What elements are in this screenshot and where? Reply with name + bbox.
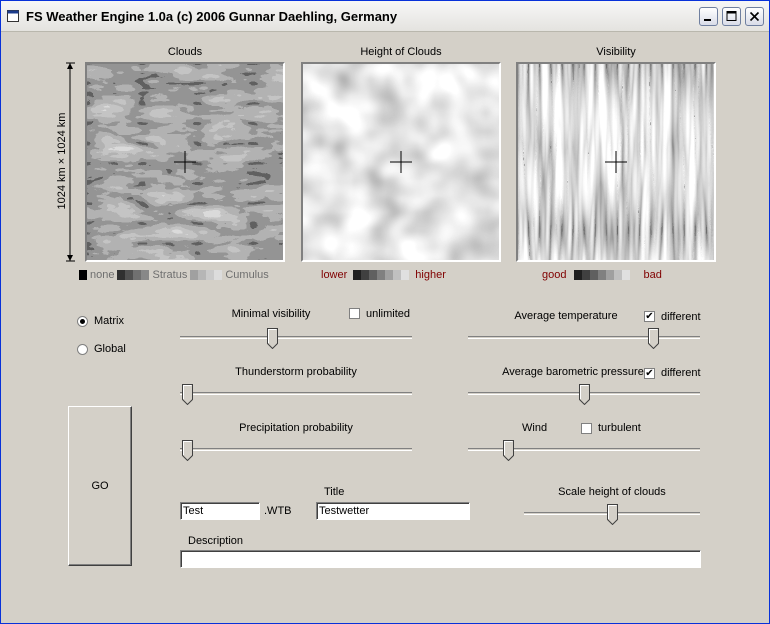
minimize-button[interactable]	[699, 7, 718, 26]
turbulent-label: turbulent	[598, 422, 641, 434]
thunderstorm-track	[180, 392, 412, 395]
height-map[interactable]	[301, 62, 501, 262]
legend-stratus-label: Stratus	[152, 269, 188, 281]
map-dimension-label: 1024 km × 1024 km	[56, 112, 68, 210]
height-legend: lower higher	[321, 269, 446, 281]
legend-lower-label: lower	[321, 269, 348, 281]
scale-height-label: Scale height of clouds	[558, 486, 666, 498]
scale-height-slider[interactable]	[606, 504, 618, 525]
legend-cumulus-label: Cumulus	[225, 269, 269, 281]
dialog-client: Clouds Height of Clouds Visibility 1024 …	[4, 32, 766, 621]
maximize-button[interactable]	[722, 7, 741, 26]
radio-global[interactable]	[77, 344, 88, 355]
avg-pressure-slider[interactable]	[578, 384, 590, 405]
wind-slider[interactable]	[502, 440, 514, 461]
title-bar[interactable]: FS Weather Engine 1.0a (c) 2006 Gunnar D…	[1, 1, 769, 32]
title-label: Title	[324, 486, 345, 498]
precipitation-track	[180, 448, 412, 451]
clouds-crosshair-icon	[174, 151, 196, 173]
title-input[interactable]	[316, 502, 470, 520]
turbulent-checkbox[interactable]	[581, 423, 592, 434]
visibility-crosshair-icon	[605, 151, 627, 173]
height-map-title: Height of Clouds	[360, 46, 442, 58]
visibility-legend: good bad	[542, 269, 662, 281]
file-extension-label: .WTB	[264, 505, 292, 517]
visibility-map-title: Visibility	[596, 46, 636, 58]
legend-higher-label: higher	[415, 269, 446, 281]
clouds-map[interactable]	[85, 62, 285, 262]
precipitation-label: Precipitation probability	[239, 422, 353, 434]
close-button[interactable]	[745, 7, 764, 26]
avg-temperature-slider[interactable]	[647, 328, 659, 349]
main-window: FS Weather Engine 1.0a (c) 2006 Gunnar D…	[0, 0, 770, 624]
temperature-different-label: different	[661, 311, 701, 323]
min-visibility-label: Minimal visibility	[231, 308, 311, 320]
thunderstorm-label: Thunderstorm probability	[235, 366, 357, 378]
clouds-legend: none Stratus Cumulus	[79, 269, 269, 281]
app-icon	[7, 10, 19, 22]
min-visibility-track	[180, 336, 412, 339]
radio-global-label: Global	[94, 343, 126, 355]
visibility-map[interactable]	[516, 62, 716, 262]
pressure-different-label: different	[661, 367, 701, 379]
maximize-icon	[726, 11, 737, 21]
legend-good-label: good	[542, 269, 567, 281]
radio-matrix[interactable]	[77, 316, 88, 327]
legend-none-label: none	[90, 269, 115, 281]
precipitation-slider[interactable]	[182, 440, 193, 461]
wind-label: Wind	[522, 422, 548, 434]
unlimited-label: unlimited	[366, 308, 411, 320]
thunderstorm-slider[interactable]	[182, 384, 193, 405]
avg-temperature-track	[468, 336, 700, 339]
close-icon	[749, 11, 760, 22]
window-title: FS Weather Engine 1.0a (c) 2006 Gunnar D…	[26, 9, 398, 24]
min-visibility-slider[interactable]	[266, 328, 278, 349]
description-label: Description	[188, 535, 244, 547]
clouds-map-title: Clouds	[167, 46, 203, 58]
go-button[interactable]: GO	[68, 406, 132, 566]
unlimited-checkbox[interactable]	[349, 308, 360, 319]
minimize-icon	[704, 19, 711, 21]
radio-matrix-label: Matrix	[94, 315, 124, 327]
filename-input[interactable]	[180, 502, 260, 520]
description-input[interactable]	[180, 550, 701, 568]
avg-temperature-label: Average temperature	[514, 310, 618, 322]
temperature-different-checkbox[interactable]: ✔	[644, 311, 655, 322]
pressure-different-checkbox[interactable]: ✔	[644, 368, 655, 379]
height-crosshair-icon	[390, 151, 412, 173]
legend-bad-label: bad	[643, 269, 662, 281]
